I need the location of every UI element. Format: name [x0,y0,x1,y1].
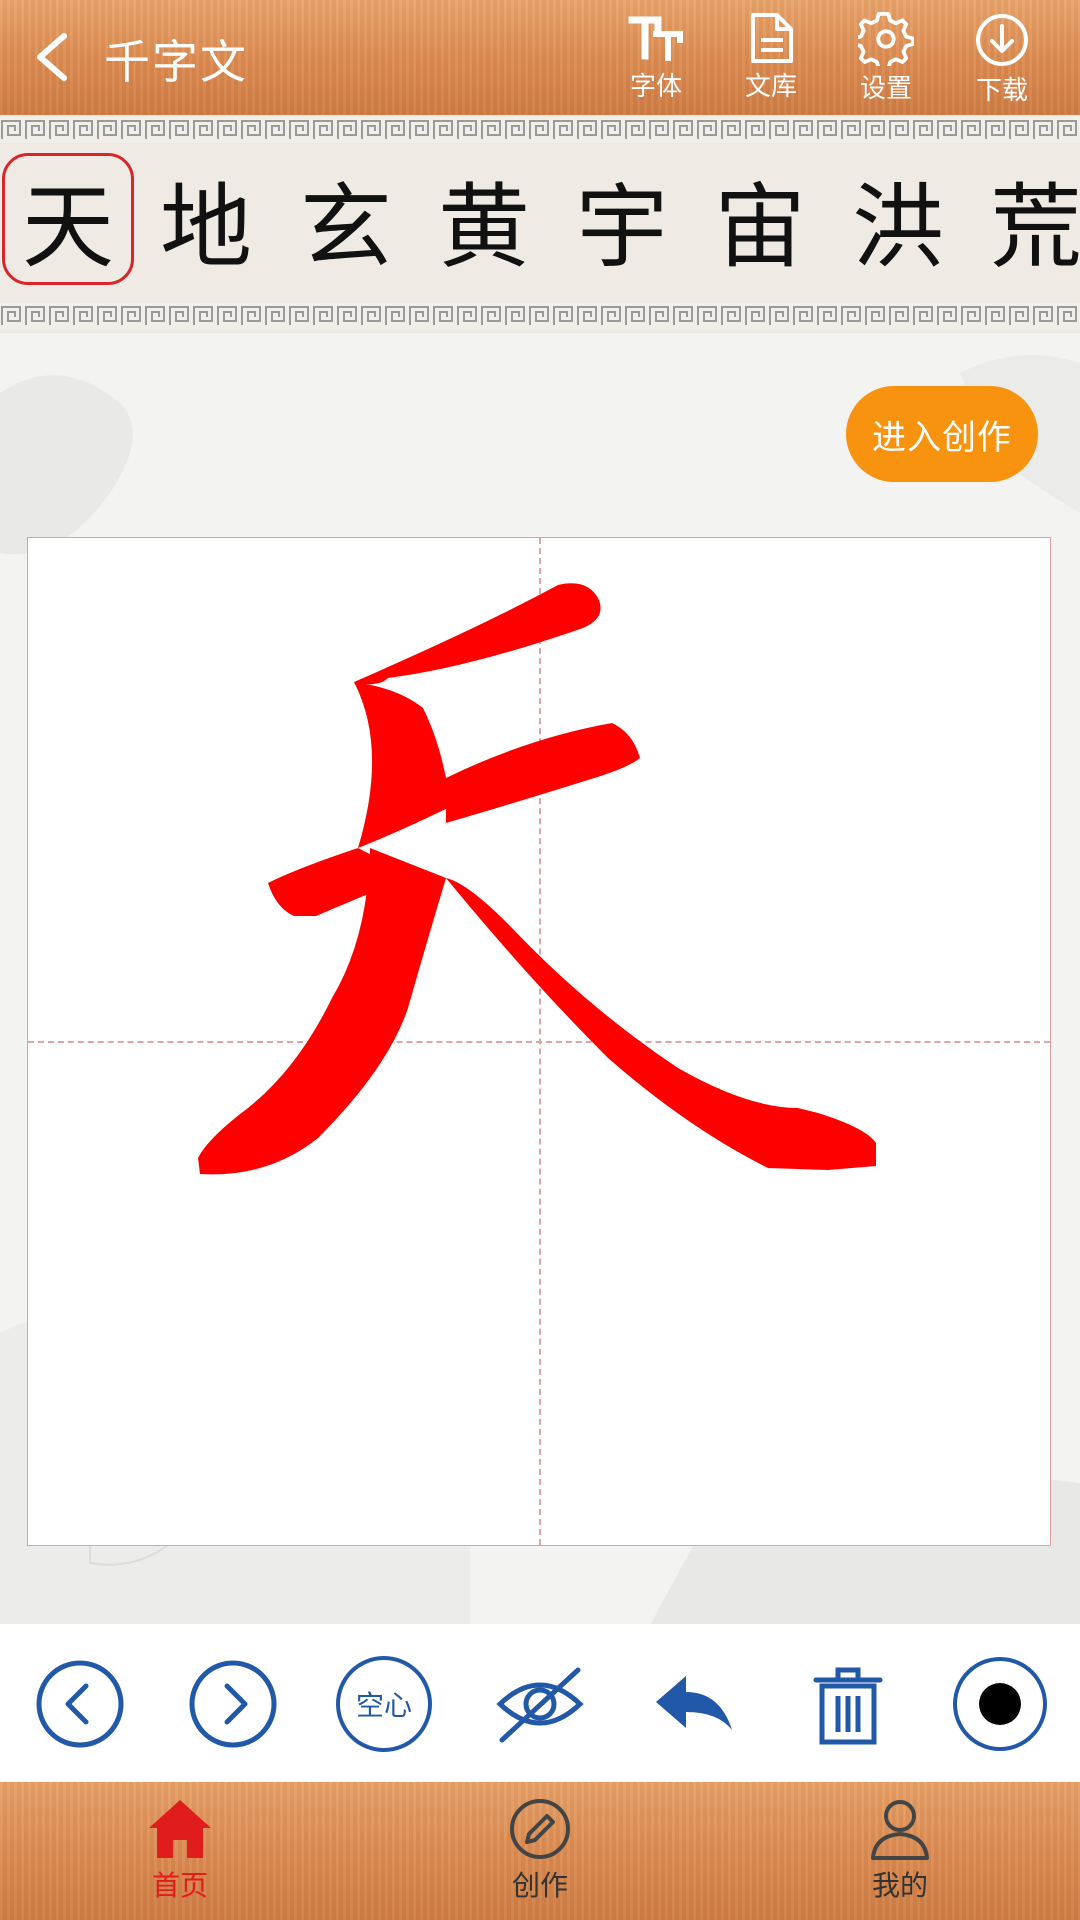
character-strip: 天 地 玄 黄 宇 宙 洪 荒 [0,115,1080,333]
brush-size-icon [953,1657,1047,1751]
writing-toolbar: 空心 [0,1624,1080,1782]
nav-home[interactable]: 首页 [110,1796,250,1916]
fret-border-top [0,117,1080,143]
undo-icon [656,1676,732,1730]
fret-border-bottom [0,303,1080,329]
character-item[interactable]: 荒 [970,153,1080,285]
nav-home-label: 首页 [151,1869,208,1902]
current-character-glyph [198,583,876,1175]
character-item-selected[interactable]: 天 [2,153,134,285]
hollow-toggle-button[interactable]: 空心 [336,1656,432,1752]
nav-create-label: 创作 [511,1869,568,1902]
page-title: 千字文 [104,35,248,89]
user-icon [871,1800,929,1860]
next-button[interactable] [185,1656,281,1752]
next-icon [189,1660,277,1748]
previous-icon [36,1660,124,1748]
bottom-navigation: 首页 创作 我的 [0,1782,1080,1920]
back-button[interactable] [26,22,86,92]
trash-icon [813,1667,883,1745]
enter-creation-button[interactable]: 进入创作 [846,386,1038,482]
library-label: 文库 [744,72,797,102]
nav-profile[interactable]: 我的 [830,1796,970,1916]
library-button[interactable]: 文库 [721,8,821,108]
character-item[interactable]: 宇 [556,153,688,285]
character-list: 天 地 玄 黄 宇 宙 洪 荒 [0,153,1080,293]
hide-character-button[interactable] [492,1656,588,1752]
home-icon [149,1800,211,1858]
undo-button[interactable] [648,1656,744,1752]
nav-profile-label: 我的 [871,1869,928,1902]
eye-slash-icon [496,1667,584,1743]
brush-size-button[interactable] [952,1656,1048,1752]
document-icon [751,13,793,63]
clear-button[interactable] [800,1656,896,1752]
character-item[interactable]: 宙 [694,153,826,285]
settings-label: 设置 [859,74,912,104]
character-item[interactable]: 玄 [280,153,412,285]
pencil-icon [510,1799,570,1859]
font-button[interactable]: 字体 [606,8,706,108]
previous-button[interactable] [32,1656,128,1752]
character-item[interactable]: 黄 [418,153,550,285]
font-label: 字体 [629,72,682,102]
practice-grid[interactable] [27,537,1051,1546]
character-item[interactable]: 洪 [832,153,964,285]
download-icon [976,14,1028,66]
character-item[interactable]: 地 [140,153,272,285]
download-button[interactable]: 下载 [952,8,1052,108]
nav-create[interactable]: 创作 [470,1796,610,1916]
app-header: 千字文 字体 文库 设置 下载 [0,0,1080,115]
chevron-left-icon [37,33,67,81]
settings-button[interactable]: 设置 [836,8,936,108]
font-icon [628,16,683,61]
download-label: 下载 [975,76,1028,106]
gear-icon [858,12,914,66]
